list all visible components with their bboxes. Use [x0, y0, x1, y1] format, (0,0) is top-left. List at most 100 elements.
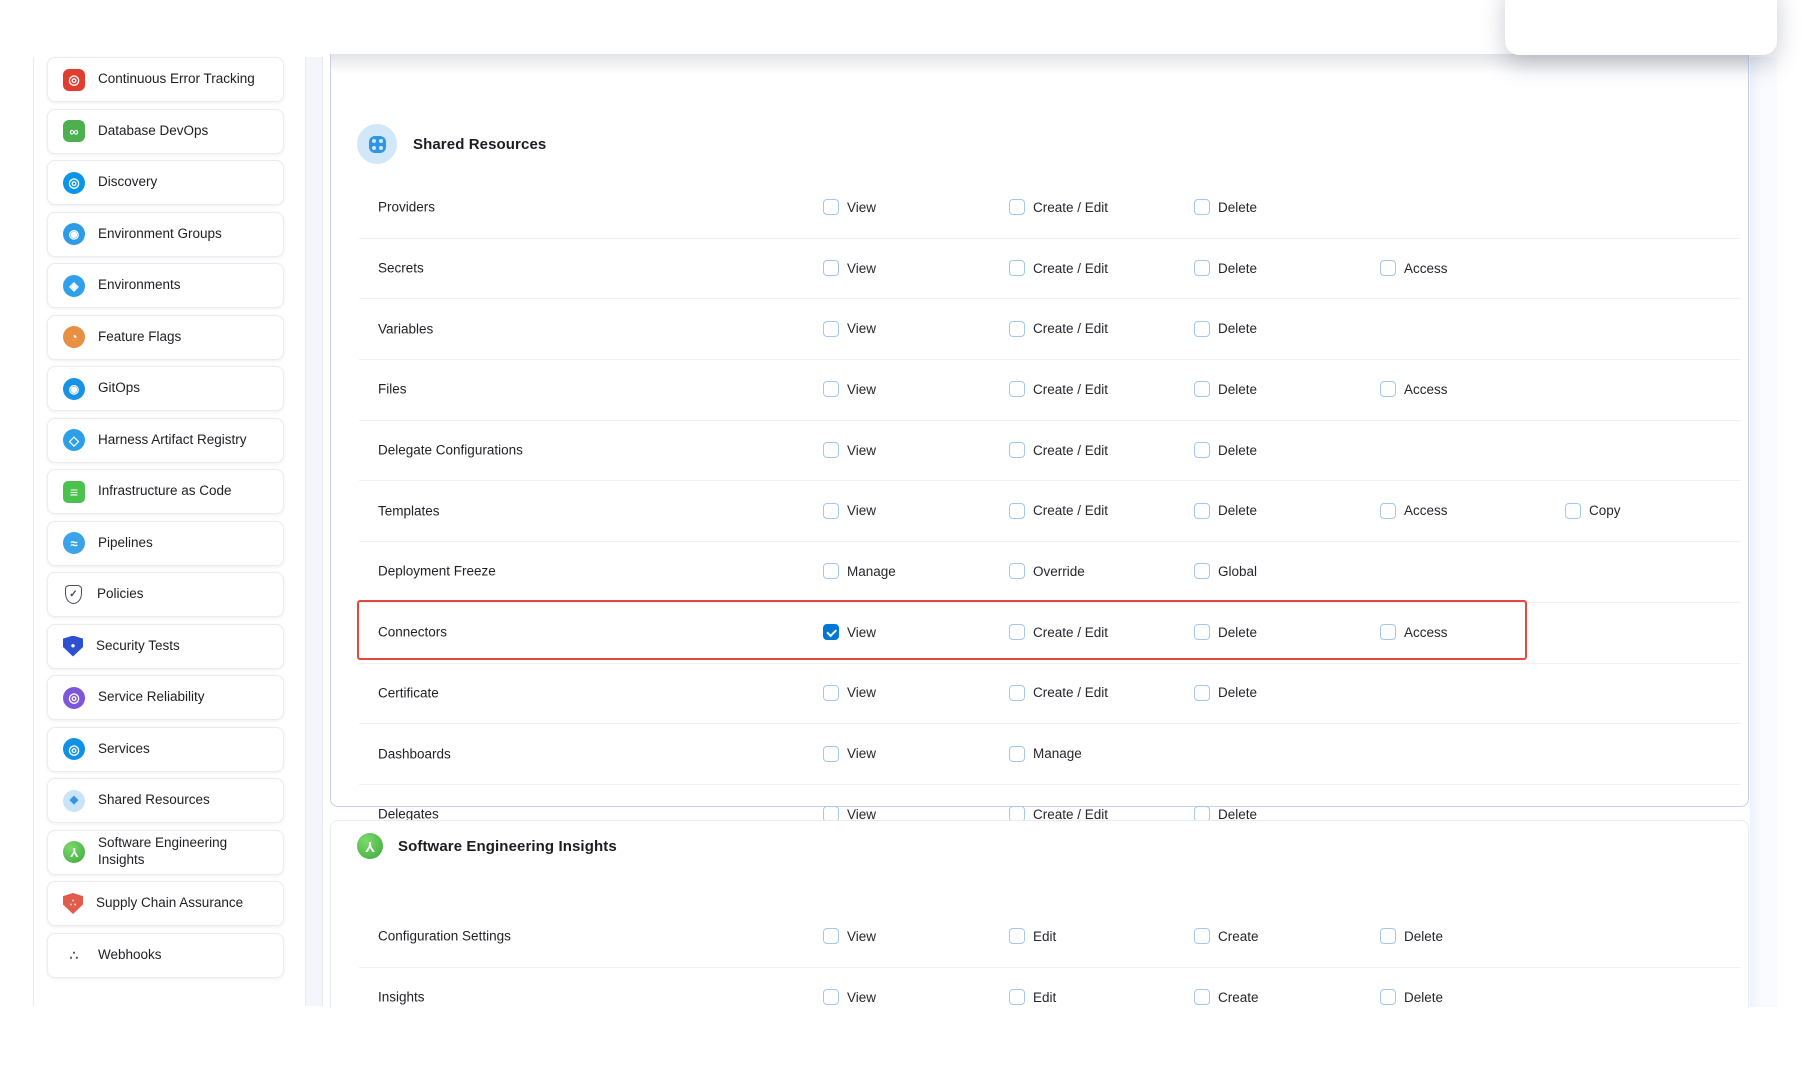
- checkbox-edit[interactable]: [1009, 989, 1025, 1005]
- permission-view[interactable]: View: [823, 260, 876, 276]
- permission-create-edit[interactable]: Create / Edit: [1009, 260, 1108, 276]
- checkbox-create[interactable]: [1194, 989, 1210, 1005]
- checkbox-delete[interactable]: [1194, 503, 1210, 519]
- checkbox-create-edit[interactable]: [1009, 442, 1025, 458]
- checkbox-delete[interactable]: [1194, 260, 1210, 276]
- checkbox-create-edit[interactable]: [1009, 503, 1025, 519]
- sidebar-item-service-reliability[interactable]: Service Reliability: [47, 675, 284, 720]
- checkbox-manage[interactable]: [1009, 746, 1025, 762]
- checkbox-override[interactable]: [1009, 563, 1025, 579]
- permission-delete[interactable]: Delete: [1194, 321, 1257, 337]
- permission-manage[interactable]: Manage: [1009, 746, 1082, 762]
- permission-create-edit[interactable]: Create / Edit: [1009, 199, 1108, 215]
- checkbox-global[interactable]: [1194, 563, 1210, 579]
- permission-access[interactable]: Access: [1380, 260, 1448, 276]
- checkbox-view[interactable]: [823, 321, 839, 337]
- checkbox-delete[interactable]: [1194, 442, 1210, 458]
- checkbox-view[interactable]: [823, 381, 839, 397]
- permission-delete[interactable]: Delete: [1194, 442, 1257, 458]
- checkbox-delete[interactable]: [1194, 381, 1210, 397]
- permission-create-edit[interactable]: Create / Edit: [1009, 442, 1108, 458]
- permission-access[interactable]: Access: [1380, 503, 1448, 519]
- permission-access[interactable]: Access: [1380, 624, 1448, 640]
- checkbox-manage[interactable]: [823, 563, 839, 579]
- checkbox-view[interactable]: [823, 503, 839, 519]
- checkbox-view[interactable]: [823, 260, 839, 276]
- permission-manage[interactable]: Manage: [823, 563, 896, 579]
- permission-view[interactable]: View: [823, 199, 876, 215]
- checkbox-access[interactable]: [1380, 260, 1396, 276]
- permission-view[interactable]: View: [823, 928, 876, 944]
- checkbox-access[interactable]: [1380, 381, 1396, 397]
- sidebar-item-policies[interactable]: Policies: [47, 572, 284, 617]
- permission-edit[interactable]: Edit: [1009, 928, 1056, 944]
- checkbox-access[interactable]: [1380, 503, 1396, 519]
- permission-view[interactable]: View: [823, 442, 876, 458]
- permission-create-edit[interactable]: Create / Edit: [1009, 381, 1108, 397]
- checkbox-view[interactable]: [823, 624, 839, 640]
- permission-view[interactable]: View: [823, 381, 876, 397]
- checkbox-delete[interactable]: [1194, 624, 1210, 640]
- sidebar-item-continuous-error-tracking[interactable]: Continuous Error Tracking: [47, 57, 284, 102]
- checkbox-view[interactable]: [823, 685, 839, 701]
- permission-view[interactable]: View: [823, 624, 876, 640]
- checkbox-delete[interactable]: [1380, 989, 1396, 1005]
- checkbox-edit[interactable]: [1009, 928, 1025, 944]
- checkbox-view[interactable]: [823, 442, 839, 458]
- checkbox-delete[interactable]: [1194, 199, 1210, 215]
- permission-delete[interactable]: Delete: [1194, 624, 1257, 640]
- permission-delete[interactable]: Delete: [1194, 199, 1257, 215]
- content-scrollbar[interactable]: [1750, 57, 1777, 1007]
- permission-view[interactable]: View: [823, 321, 876, 337]
- sidebar-item-gitops[interactable]: GitOps: [47, 366, 284, 411]
- sidebar-item-environment-groups[interactable]: Environment Groups: [47, 212, 284, 257]
- checkbox-view[interactable]: [823, 989, 839, 1005]
- permission-create-edit[interactable]: Create / Edit: [1009, 624, 1108, 640]
- checkbox-create-edit[interactable]: [1009, 624, 1025, 640]
- sidebar-item-discovery[interactable]: Discovery: [47, 160, 284, 205]
- sidebar-item-services[interactable]: Services: [47, 727, 284, 772]
- permission-delete[interactable]: Delete: [1194, 381, 1257, 397]
- permission-delete[interactable]: Delete: [1380, 989, 1443, 1005]
- permission-view[interactable]: View: [823, 503, 876, 519]
- checkbox-view[interactable]: [823, 199, 839, 215]
- permission-delete[interactable]: Delete: [1194, 260, 1257, 276]
- checkbox-delete[interactable]: [1194, 321, 1210, 337]
- permission-create-edit[interactable]: Create / Edit: [1009, 685, 1108, 701]
- checkbox-create-edit[interactable]: [1009, 321, 1025, 337]
- checkbox-create-edit[interactable]: [1009, 685, 1025, 701]
- permission-create-edit[interactable]: Create / Edit: [1009, 503, 1108, 519]
- permission-create-edit[interactable]: Create / Edit: [1009, 321, 1108, 337]
- sidebar-item-infrastructure-as-code[interactable]: Infrastructure as Code: [47, 469, 284, 514]
- checkbox-create-edit[interactable]: [1009, 199, 1025, 215]
- permission-edit[interactable]: Edit: [1009, 989, 1056, 1005]
- checkbox-delete[interactable]: [1380, 928, 1396, 944]
- sidebar-item-database-devops[interactable]: Database DevOps: [47, 109, 284, 154]
- permission-create[interactable]: Create: [1194, 989, 1259, 1005]
- sidebar-scrollbar[interactable]: [305, 57, 323, 1006]
- sidebar-item-supply-chain-assurance[interactable]: Supply Chain Assurance: [47, 881, 284, 926]
- permission-view[interactable]: View: [823, 746, 876, 762]
- permission-access[interactable]: Access: [1380, 381, 1448, 397]
- permission-override[interactable]: Override: [1009, 563, 1085, 579]
- checkbox-create[interactable]: [1194, 928, 1210, 944]
- sidebar-item-environments[interactable]: Environments: [47, 263, 284, 308]
- checkbox-delete[interactable]: [1194, 685, 1210, 701]
- permission-delete[interactable]: Delete: [1380, 928, 1443, 944]
- permission-delete[interactable]: Delete: [1194, 503, 1257, 519]
- permission-create[interactable]: Create: [1194, 928, 1259, 944]
- sidebar-item-feature-flags[interactable]: Feature Flags: [47, 315, 284, 360]
- checkbox-copy[interactable]: [1565, 503, 1581, 519]
- sidebar-item-pipelines[interactable]: Pipelines: [47, 521, 284, 566]
- sidebar-item-software-engineering-insights[interactable]: Software Engineering Insights: [47, 830, 284, 875]
- sidebar-item-shared-resources[interactable]: Shared Resources: [47, 778, 284, 823]
- permission-view[interactable]: View: [823, 685, 876, 701]
- sidebar-item-webhooks[interactable]: Webhooks: [47, 933, 284, 978]
- permission-copy[interactable]: Copy: [1565, 503, 1621, 519]
- checkbox-view[interactable]: [823, 928, 839, 944]
- checkbox-access[interactable]: [1380, 624, 1396, 640]
- sidebar-item-harness-artifact-registry[interactable]: Harness Artifact Registry: [47, 418, 284, 463]
- permission-view[interactable]: View: [823, 989, 876, 1005]
- permission-delete[interactable]: Delete: [1194, 685, 1257, 701]
- permission-global[interactable]: Global: [1194, 563, 1257, 579]
